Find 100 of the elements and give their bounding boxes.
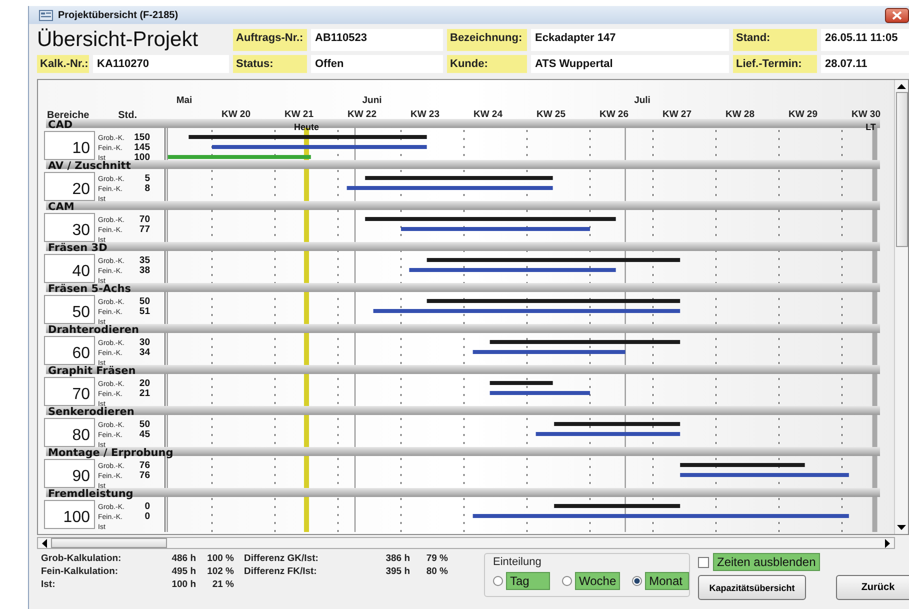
vertical-scrollbar[interactable] <box>894 80 908 534</box>
field-label: Status: <box>233 55 307 73</box>
schedule-bar <box>490 381 553 385</box>
stat-label: Differenz FK/Ist: <box>243 566 318 577</box>
field-value: Eckadapter 147 <box>531 29 729 51</box>
horizontal-scrollbar[interactable] <box>37 537 895 549</box>
area-code-field: 40 <box>44 254 95 283</box>
field-value: 26.05.11 11:05 <box>821 29 909 51</box>
hours-value: 145 <box>134 142 150 153</box>
hours-value: 38 <box>139 265 150 276</box>
close-button[interactable] <box>885 8 909 22</box>
field-label: Lief.-Termin: <box>733 55 817 73</box>
section-label: Graphit Fräsen <box>48 365 136 377</box>
hours-value: 76 <box>139 460 150 471</box>
scroll-up-icon[interactable] <box>897 83 906 89</box>
area-code-field: 10 <box>44 131 95 160</box>
area-code-field: 60 <box>44 336 95 365</box>
hours-value: 20 <box>139 378 150 389</box>
week-label: KW 29 <box>788 109 818 120</box>
stat-percent: 79 % <box>425 553 448 564</box>
stat-value: 495 h <box>170 566 196 577</box>
field-value: ATS Wuppertal <box>531 55 729 73</box>
week-label: KW 22 <box>347 109 377 120</box>
scroll-thumb[interactable] <box>896 92 908 247</box>
month-label: Mai <box>176 95 192 106</box>
window-icon <box>39 10 53 20</box>
stat-value: 486 h <box>170 553 196 564</box>
scroll-thumb[interactable] <box>51 538 167 548</box>
month-label: Juni <box>362 95 382 106</box>
week-label: KW 25 <box>536 109 566 120</box>
column-header: Bereiche <box>47 110 90 121</box>
hours-value: 50 <box>139 296 150 307</box>
field-value: AB110523 <box>311 29 443 51</box>
scroll-left-icon[interactable] <box>41 538 47 548</box>
hours-value: 150 <box>134 132 150 143</box>
stat-percent: 80 % <box>425 566 448 577</box>
week-label: KW 24 <box>473 109 503 120</box>
month-label: Juli <box>634 95 650 106</box>
stat-value: 386 h <box>384 553 410 564</box>
stat-label: Ist: <box>40 579 56 590</box>
hours-value: 0 <box>144 501 150 512</box>
area-code-field: 30 <box>44 213 95 242</box>
hours-value: 51 <box>139 306 150 317</box>
hours-value: 50 <box>139 419 150 430</box>
column-header: Std. <box>118 110 137 121</box>
field-value: KA110270 <box>93 55 229 73</box>
deadline-label: LT <box>866 122 876 132</box>
capacity-button[interactable]: Kapazitätsübersicht <box>698 575 806 600</box>
field-value: Offen <box>311 55 443 73</box>
hours-value: 21 <box>139 388 150 399</box>
field-value: 28.07.11 <box>821 55 909 73</box>
stat-label: Fein-Kalkulation: <box>40 566 120 577</box>
hours-value: 77 <box>139 224 150 235</box>
stat-label: Grob-Kalkulation: <box>40 553 122 564</box>
area-code-field: 90 <box>44 459 95 488</box>
area-code-field: 70 <box>44 377 95 406</box>
stat-value: 395 h <box>384 566 410 577</box>
section-label: AV / Zuschnitt <box>48 160 131 172</box>
hours-value: 0 <box>144 511 150 522</box>
week-label: KW 21 <box>284 109 314 120</box>
stat-percent: 102 % <box>206 566 234 577</box>
section-label: Fräsen 5-Achs <box>48 283 132 295</box>
area-code-field: 20 <box>44 172 95 201</box>
field-label: Kalk.-Nr.: <box>37 55 89 73</box>
hours-value: 30 <box>139 337 150 348</box>
section-label: Fräsen 3D <box>48 242 108 254</box>
scroll-right-icon[interactable] <box>885 538 891 548</box>
hours-value: 35 <box>139 255 150 266</box>
stat-label: Differenz GK/Ist: <box>243 553 320 564</box>
hours-value: 5 <box>144 173 150 184</box>
week-label: KW 30 <box>851 109 881 120</box>
today-label: Heute <box>294 122 319 132</box>
stat-percent: 100 % <box>206 553 234 564</box>
week-label: KW 27 <box>662 109 692 120</box>
page-title: Übersicht-Projekt <box>37 29 200 51</box>
close-icon[interactable] <box>892 10 902 20</box>
stat-percent: 21 % <box>211 579 234 590</box>
field-label: Stand: <box>733 29 817 51</box>
section-label: Drahterodieren <box>48 324 139 336</box>
hours-value: 76 <box>139 470 150 481</box>
group-title: Einteilung <box>493 556 542 568</box>
area-code-field: 50 <box>44 295 95 324</box>
field-label: Auftrags-Nr.: <box>233 29 307 51</box>
hours-value: 34 <box>139 347 150 358</box>
section-label: Montage / Erprobung <box>48 447 174 459</box>
hours-value: 70 <box>139 214 150 225</box>
hours-value: 45 <box>139 429 150 440</box>
week-label: KW 23 <box>410 109 440 120</box>
field-label: Bezeichnung: <box>447 29 527 51</box>
scroll-down-icon[interactable] <box>897 525 906 531</box>
back-button[interactable]: Zurück <box>836 575 909 600</box>
section-label: CAM <box>48 201 74 213</box>
section-label: CAD <box>48 119 73 131</box>
section-label: Fremdleistung <box>48 488 134 500</box>
section-label: Senkerodieren <box>48 406 134 418</box>
hours-value: 8 <box>144 183 150 194</box>
area-code-field: 80 <box>44 418 95 447</box>
field-label: Kunde: <box>447 55 527 73</box>
hours-value: 100 <box>134 152 150 163</box>
area-code-field: 100 <box>44 500 95 529</box>
